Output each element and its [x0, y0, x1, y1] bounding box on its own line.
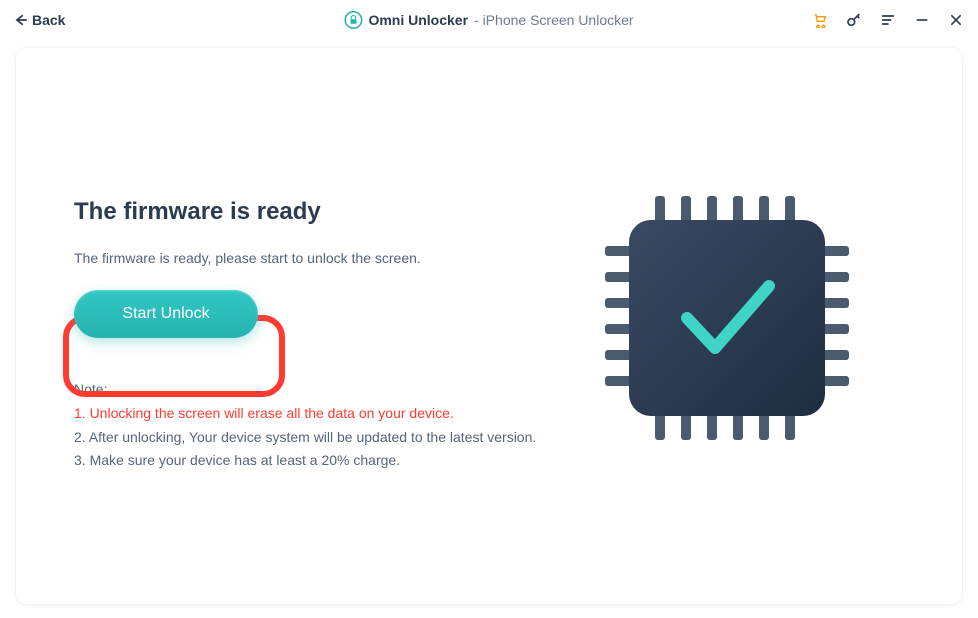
back-arrow-icon — [14, 13, 28, 27]
key-button[interactable] — [846, 12, 862, 28]
minimize-icon — [914, 12, 930, 28]
titlebar: Back Omni Unlocker - iPhone Screen Unloc… — [0, 0, 978, 40]
main-panel: The firmware is ready The firmware is re… — [16, 48, 962, 604]
close-button[interactable] — [948, 12, 964, 28]
app-subtitle: - iPhone Screen Unlocker — [474, 12, 634, 28]
lock-icon — [344, 11, 362, 29]
close-icon — [948, 12, 964, 28]
menu-icon — [880, 12, 896, 28]
titlebar-controls — [812, 12, 964, 28]
menu-button[interactable] — [880, 12, 896, 28]
start-unlock-button[interactable]: Start Unlock — [74, 290, 258, 338]
key-icon — [846, 12, 862, 28]
back-label: Back — [32, 12, 65, 28]
app-title: Omni Unlocker - iPhone Screen Unlocker — [344, 11, 633, 29]
cart-button[interactable] — [812, 12, 828, 28]
minimize-button[interactable] — [914, 12, 930, 28]
chip-check-icon — [587, 178, 867, 458]
back-button[interactable]: Back — [14, 12, 65, 28]
cart-icon — [812, 12, 828, 28]
app-name: Omni Unlocker — [368, 12, 468, 28]
